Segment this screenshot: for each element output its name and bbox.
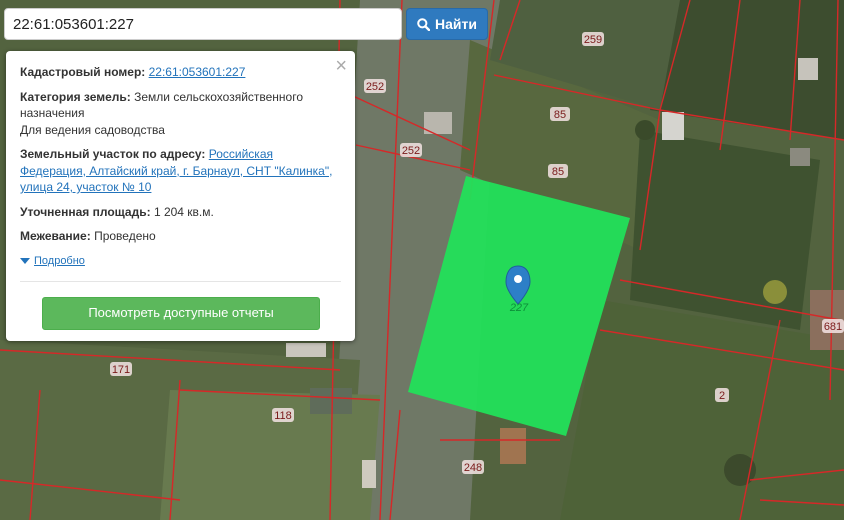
survey-row: Межевание: Проведено: [20, 228, 341, 245]
marker-label: 227: [509, 302, 529, 314]
parcel-label-text: 85: [554, 109, 566, 121]
caret-down-icon: [20, 257, 30, 264]
parcel-label-text: 118: [274, 410, 292, 422]
search-input[interactable]: 22:61:053601:227: [4, 8, 402, 40]
address-label: Земельный участок по адресу:: [20, 147, 206, 161]
parcel-label: 259: [582, 32, 604, 46]
close-icon[interactable]: ×: [335, 56, 347, 76]
parcel-label-text: 252: [366, 81, 384, 93]
parcel-label-text: 248: [464, 462, 482, 474]
parcel-label: 118: [272, 408, 294, 422]
parcel-label-text: 681: [824, 321, 842, 333]
parcel-label: 252: [400, 143, 422, 157]
survey-value: Проведено: [94, 229, 156, 243]
area-label: Уточненная площадь:: [20, 204, 151, 219]
parcel-label: 681: [822, 319, 844, 333]
parcel-label: 252: [364, 79, 386, 93]
area-value: 1 204 кв.м.: [153, 204, 214, 219]
search-button[interactable]: Найти: [406, 8, 488, 40]
area-row: Уточненная площадь: 1 204 кв.м.: [20, 204, 341, 221]
land-category-row: Категория земель: Земли сельскохозяйстве…: [20, 89, 341, 139]
parcel-label-text: 259: [584, 34, 602, 46]
popup-divider: [20, 281, 341, 282]
land-use-value: Для ведения садоводства: [20, 122, 165, 137]
details-toggle-label: Подробно: [34, 254, 85, 267]
parcel-label: 85: [550, 107, 570, 121]
parcel-label: 85: [548, 164, 568, 178]
parcel-label-text: 2: [719, 390, 725, 402]
survey-label: Межевание:: [20, 229, 91, 243]
map-marker-icon[interactable]: 227: [505, 265, 531, 314]
search-button-label: Найти: [435, 16, 477, 32]
address-row: Земельный участок по адресу: Российская …: [20, 146, 341, 196]
parcel-label: 171: [110, 362, 132, 376]
land-category-label: Категория земель:: [20, 89, 131, 104]
parcel-label-text: 85: [552, 166, 564, 178]
details-toggle[interactable]: Подробно: [20, 253, 341, 270]
view-reports-button[interactable]: Посмотреть доступные отчеты: [42, 297, 320, 330]
parcel-info-popup: × Кадастровый номер: 22:61:053601:227 Ка…: [6, 51, 355, 341]
search-icon: [417, 17, 431, 31]
parcel-label-text: 252: [402, 145, 420, 157]
parcel-label: 248: [462, 460, 484, 474]
parcel-label: 2: [715, 388, 729, 402]
cadastral-number-link[interactable]: 22:61:053601:227: [149, 65, 246, 79]
cadastral-number-row: Кадастровый номер: 22:61:053601:227: [20, 64, 341, 81]
cadastral-number-label: Кадастровый номер:: [20, 65, 146, 79]
search-bar: 22:61:053601:227 Найти: [4, 8, 488, 42]
parcel-label-text: 171: [112, 364, 130, 376]
